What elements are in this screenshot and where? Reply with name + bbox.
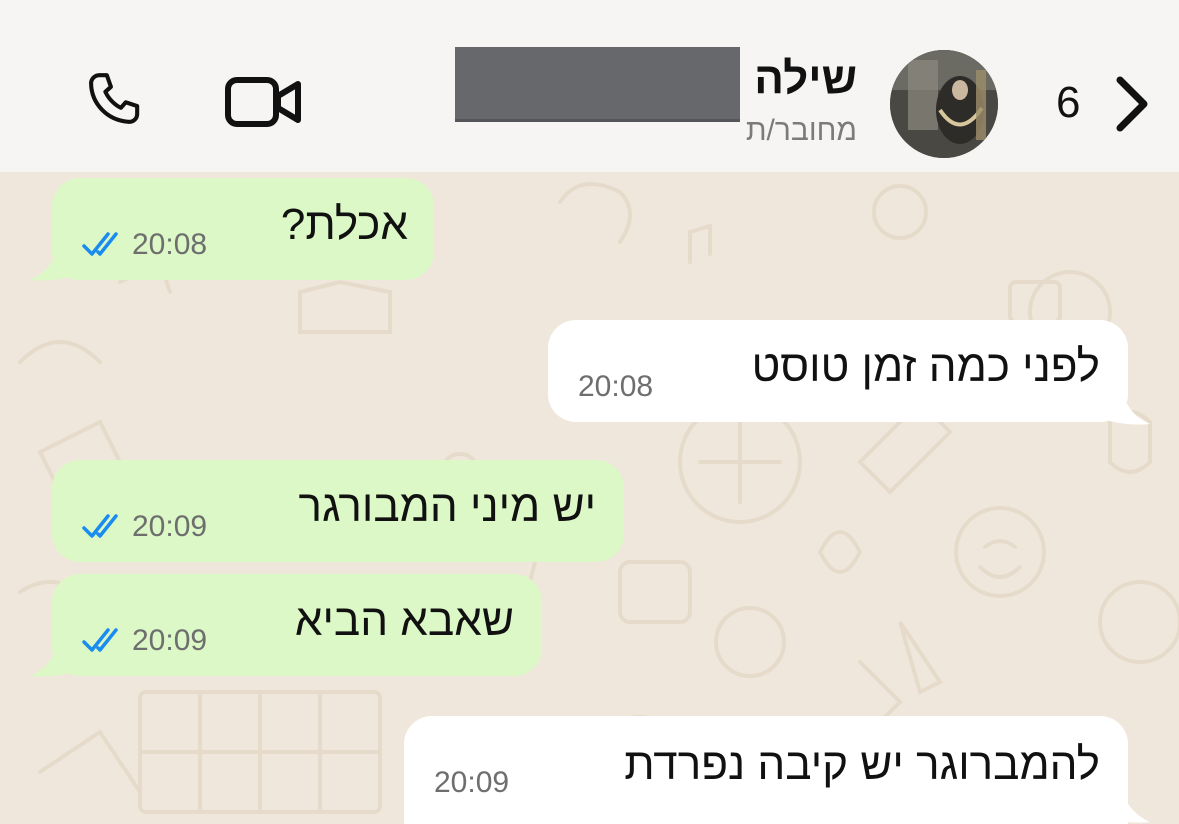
video-camera-icon bbox=[225, 77, 301, 127]
contact-status: מחובר/ת bbox=[745, 114, 857, 147]
chat-area[interactable]: אכלת? 20:08 לפני כמה זמן טוסט 20:08 יש מ… bbox=[0, 172, 1179, 824]
message-bubble-outgoing[interactable]: אכלת? 20:08 bbox=[52, 178, 434, 280]
read-receipt-icon bbox=[82, 232, 118, 256]
message-time: 20:09 bbox=[132, 510, 208, 543]
message-text: יש מיני המבורגר bbox=[298, 482, 597, 531]
voice-call-button[interactable] bbox=[70, 62, 160, 142]
message-bubble-outgoing[interactable]: שאבא הביא 20:09 bbox=[52, 574, 542, 676]
back-button[interactable]: 6 bbox=[1050, 72, 1160, 142]
message-text: שאבא הביא bbox=[294, 596, 514, 645]
message-time: 20:08 bbox=[132, 228, 208, 261]
chat-header: שילה מחובר/ת 6 bbox=[0, 0, 1179, 173]
message-text: לפני כמה זמן טוסט bbox=[751, 342, 1100, 391]
avatar[interactable] bbox=[890, 50, 998, 158]
chevron-left-icon bbox=[1116, 76, 1148, 132]
video-call-button[interactable] bbox=[212, 62, 312, 142]
redacted-surname bbox=[455, 47, 740, 122]
message-time: 20:09 bbox=[434, 766, 510, 799]
read-receipt-icon bbox=[82, 628, 118, 652]
contact-name[interactable]: שילה bbox=[754, 54, 857, 104]
message-text: להמברוגר יש קיבה נפרדת bbox=[624, 740, 1100, 789]
message-bubble-outgoing[interactable]: יש מיני המבורגר 20:09 bbox=[52, 460, 624, 562]
avatar-photo bbox=[890, 50, 998, 158]
message-bubble-incoming[interactable]: להמברוגר יש קיבה נפרדת 20:09 bbox=[404, 716, 1128, 824]
message-time: 20:08 bbox=[578, 370, 654, 403]
message-bubble-incoming[interactable]: לפני כמה זמן טוסט 20:08 bbox=[548, 320, 1128, 422]
message-text: אכלת? bbox=[280, 200, 408, 249]
unread-count: 6 bbox=[1056, 78, 1081, 127]
phone-icon bbox=[89, 73, 140, 124]
message-time: 20:09 bbox=[132, 624, 208, 657]
read-receipt-icon bbox=[82, 514, 118, 538]
